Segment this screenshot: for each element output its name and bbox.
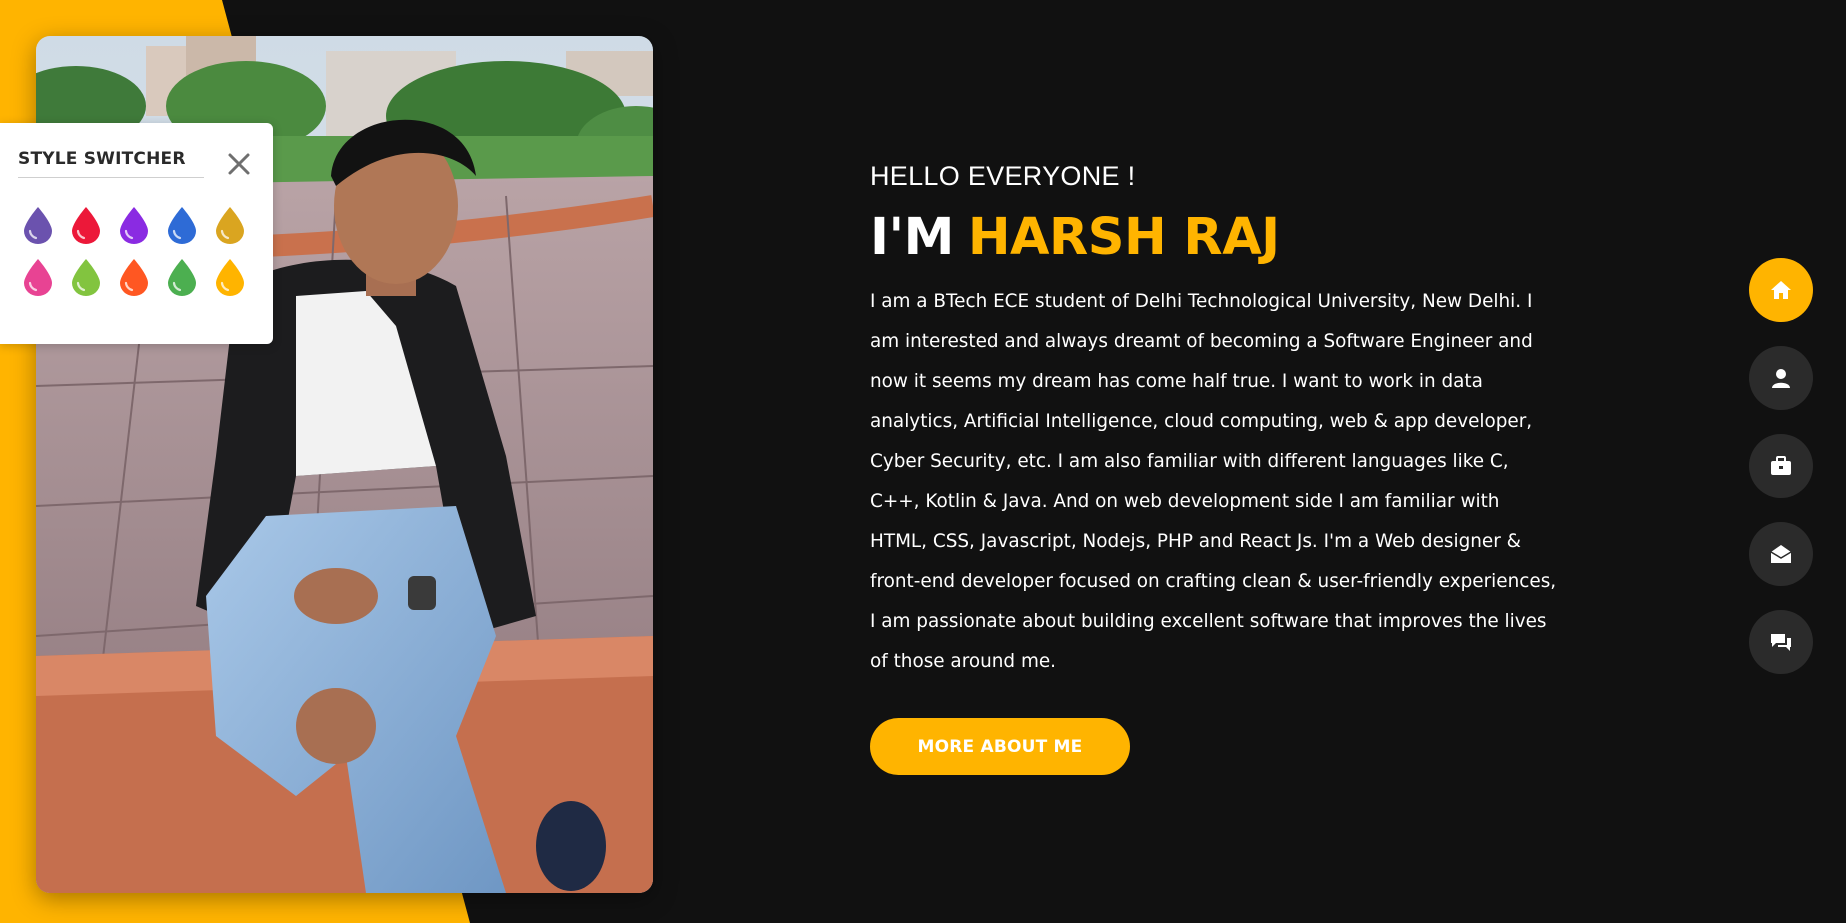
color-drop-icon[interactable] [212, 205, 248, 245]
comments-icon [1769, 630, 1793, 654]
color-drop-icon[interactable] [68, 205, 104, 245]
color-drop-icon[interactable] [116, 205, 152, 245]
color-drop-icon[interactable] [212, 257, 248, 297]
nav-button-briefcase[interactable] [1749, 434, 1813, 498]
briefcase-icon [1769, 454, 1793, 478]
style-switcher-title: STYLE SWITCHER [18, 149, 204, 178]
greeting-text: HELLO EVERYONE ! [870, 161, 1136, 191]
home-icon [1769, 278, 1793, 302]
nav-button-comments[interactable] [1749, 610, 1813, 674]
style-switcher-panel: STYLE SWITCHER [0, 123, 273, 344]
color-drop-icon[interactable] [68, 257, 104, 297]
nav-button-envelope-open[interactable] [1749, 522, 1813, 586]
color-drop-icon[interactable] [164, 205, 200, 245]
side-navigation [1749, 258, 1813, 698]
user-icon [1769, 366, 1793, 390]
name-highlight: HARSH RAJ [967, 208, 1280, 267]
color-drop-icon[interactable] [20, 205, 56, 245]
close-icon[interactable] [224, 149, 254, 179]
name-heading: I'M HARSH RAJ [870, 208, 1570, 268]
color-drop-icon[interactable] [164, 257, 200, 297]
color-drop-icon[interactable] [116, 257, 152, 297]
color-swatch-grid [20, 205, 260, 297]
more-about-me-button[interactable]: MORE ABOUT ME [870, 718, 1130, 775]
bio-paragraph: I am a BTech ECE student of Delhi Techno… [870, 291, 1557, 672]
color-drop-icon[interactable] [20, 257, 56, 297]
envelope-open-icon [1769, 542, 1793, 566]
nav-button-user[interactable] [1749, 346, 1813, 410]
im-text: I'M [870, 208, 954, 267]
nav-button-home[interactable] [1749, 258, 1813, 322]
intro-section: HELLO EVERYONE ! I'M HARSH RAJ I am a BTe… [870, 156, 1570, 775]
home-page: STYLE SWITCHER HELLO EVERYONE ! I'M HARSH… [0, 0, 1846, 923]
